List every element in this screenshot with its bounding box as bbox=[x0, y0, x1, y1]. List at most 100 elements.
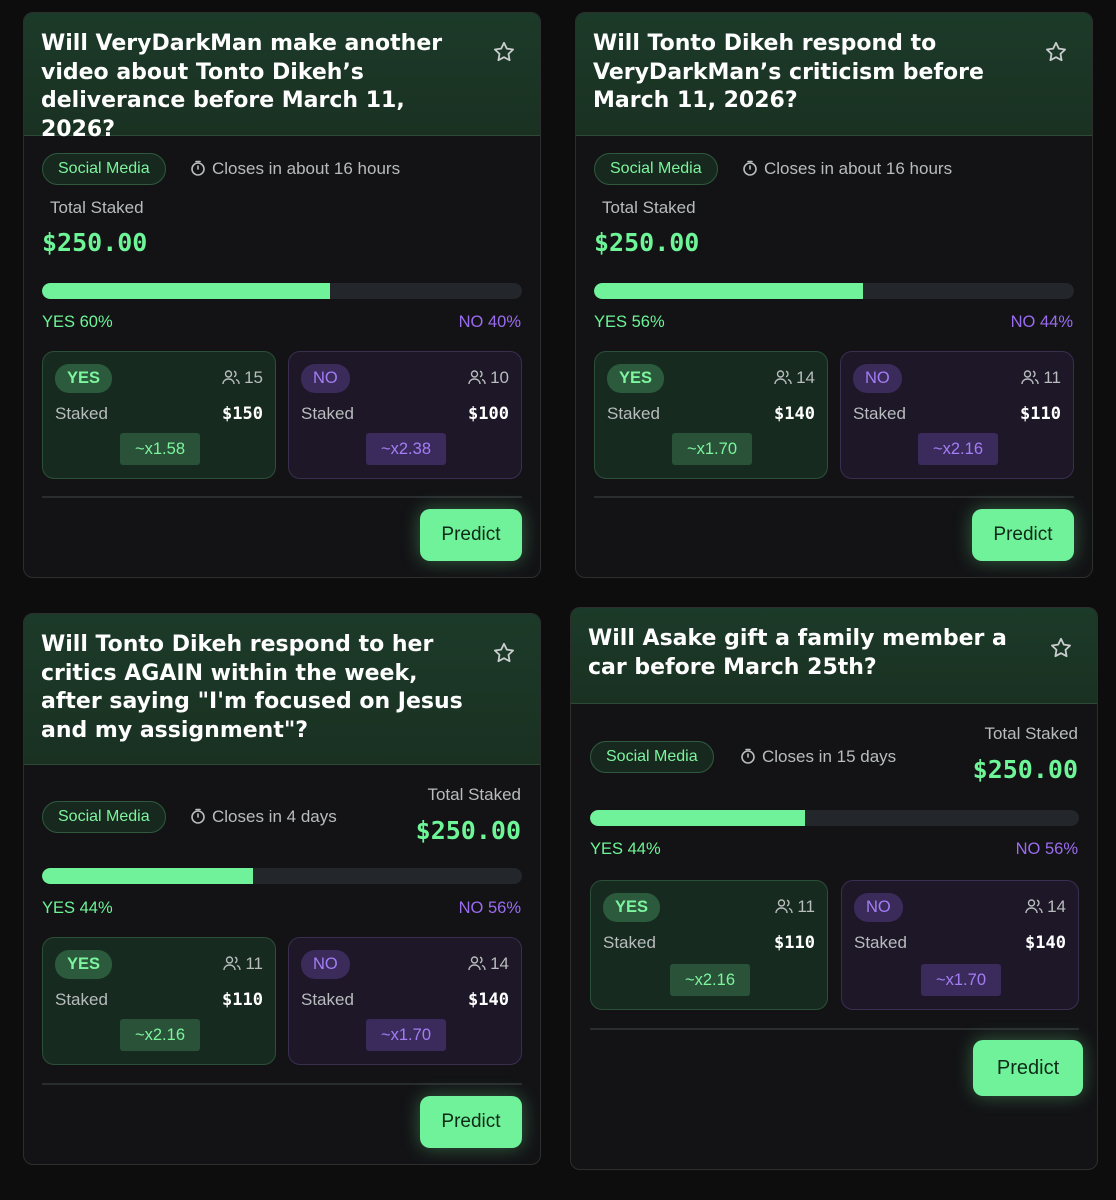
no-tag: NO bbox=[301, 364, 350, 393]
no-percentage: NO 56% bbox=[1015, 840, 1078, 858]
participant-count: 11 bbox=[223, 951, 263, 977]
users-icon bbox=[775, 899, 794, 914]
total-staked-amount: $250.00 bbox=[594, 228, 700, 257]
staked-label: Staked bbox=[55, 990, 108, 1009]
staked-value: $140 bbox=[468, 990, 509, 1010]
stopwatch-icon bbox=[191, 160, 205, 176]
star-icon[interactable] bbox=[492, 641, 516, 665]
staked-value: $140 bbox=[774, 404, 815, 424]
users-icon bbox=[222, 370, 240, 385]
yes-option[interactable]: YES 11 Staked $110 ~x2.16 bbox=[590, 880, 828, 1010]
staked-label: Staked bbox=[854, 933, 907, 952]
participant-count-value: 11 bbox=[797, 897, 815, 916]
divider bbox=[42, 496, 522, 498]
participant-count: 10 bbox=[468, 365, 509, 391]
stopwatch-icon bbox=[191, 808, 205, 824]
star-icon[interactable] bbox=[1049, 636, 1073, 660]
participant-count: 11 bbox=[1021, 365, 1061, 391]
no-tag: NO bbox=[853, 364, 902, 393]
total-staked-amount: $250.00 bbox=[972, 755, 1078, 784]
participant-count-value: 14 bbox=[796, 368, 815, 387]
participant-count-value: 15 bbox=[244, 368, 263, 387]
participant-count: 15 bbox=[222, 365, 263, 391]
stopwatch-icon bbox=[741, 748, 755, 764]
payout-multiplier: ~x1.70 bbox=[921, 964, 1001, 996]
no-option[interactable]: NO 11 Staked $110 ~x2.16 bbox=[840, 351, 1074, 479]
staked-value: $150 bbox=[222, 404, 263, 424]
star-icon[interactable] bbox=[492, 40, 516, 64]
yes-percentage: YES 56% bbox=[594, 313, 665, 331]
divider bbox=[590, 1028, 1079, 1030]
star-icon[interactable] bbox=[1044, 40, 1068, 64]
category-badge: Social Media bbox=[590, 741, 714, 773]
payout-multiplier: ~x1.70 bbox=[672, 433, 752, 465]
no-option[interactable]: NO 14 Staked $140 ~x1.70 bbox=[841, 880, 1079, 1010]
staked-value: $110 bbox=[222, 990, 263, 1010]
users-icon bbox=[774, 370, 792, 385]
card-header: Will VeryDarkMan make another video abou… bbox=[24, 13, 540, 142]
yes-option[interactable]: YES 14 Staked $140 ~x1.70 bbox=[594, 351, 828, 479]
payout-multiplier: ~x1.58 bbox=[120, 433, 200, 465]
stopwatch-icon bbox=[743, 160, 757, 176]
category-badge: Social Media bbox=[594, 153, 718, 185]
yes-progress-fill bbox=[594, 283, 863, 299]
market-card[interactable]: Will VeryDarkMan make another video abou… bbox=[23, 12, 541, 578]
no-percentage: NO 44% bbox=[1010, 313, 1073, 331]
market-card[interactable]: Will Tonto Dikeh respond to VeryDarkMan’… bbox=[575, 12, 1093, 578]
divider bbox=[42, 1083, 522, 1085]
payout-multiplier: ~x2.38 bbox=[366, 433, 446, 465]
market-question: Will Tonto Dikeh respond to VeryDarkMan’… bbox=[593, 31, 984, 113]
participant-count: 14 bbox=[468, 951, 509, 977]
market-question: Will Asake gift a family member a car be… bbox=[588, 626, 1007, 680]
staked-value: $140 bbox=[1025, 933, 1066, 953]
participant-count: 14 bbox=[1025, 894, 1066, 920]
yes-percentage: YES 60% bbox=[42, 313, 113, 331]
participant-count: 14 bbox=[774, 365, 815, 391]
no-tag: NO bbox=[854, 893, 903, 922]
predict-button[interactable]: Predict bbox=[972, 509, 1074, 561]
no-percentage: NO 40% bbox=[458, 313, 521, 331]
yes-percentage: YES 44% bbox=[42, 899, 113, 917]
users-icon bbox=[223, 956, 242, 971]
total-staked-amount: $250.00 bbox=[415, 816, 521, 845]
staked-label: Staked bbox=[603, 933, 656, 952]
participant-count-value: 14 bbox=[1047, 897, 1066, 916]
market-card[interactable]: Will Asake gift a family member a car be… bbox=[570, 607, 1098, 1170]
card-header: Will Tonto Dikeh respond to VeryDarkMan’… bbox=[576, 13, 1092, 136]
payout-multiplier: ~x2.16 bbox=[670, 964, 750, 996]
no-option[interactable]: NO 10 Staked $100 ~x2.38 bbox=[288, 351, 522, 479]
predict-button[interactable]: Predict bbox=[420, 509, 522, 561]
predict-button[interactable]: Predict bbox=[420, 1096, 522, 1148]
yes-no-progress-bar bbox=[42, 868, 522, 884]
yes-progress-fill bbox=[42, 868, 254, 884]
staked-label: Staked bbox=[853, 404, 906, 423]
closes-text: Closes in 15 days bbox=[762, 747, 897, 766]
predict-button[interactable]: Predict bbox=[973, 1040, 1083, 1096]
closes-text: Closes in 4 days bbox=[212, 807, 337, 826]
market-question: Will VeryDarkMan make another video abou… bbox=[41, 31, 443, 142]
divider bbox=[594, 496, 1074, 498]
market-card[interactable]: Will Tonto Dikeh respond to her critics … bbox=[23, 613, 541, 1165]
staked-value: $110 bbox=[774, 933, 815, 953]
participant-count-value: 11 bbox=[1043, 368, 1061, 387]
yes-progress-fill bbox=[42, 283, 330, 299]
closes-text: Closes in about 16 hours bbox=[212, 159, 401, 178]
yes-tag: YES bbox=[55, 364, 113, 393]
closes-time: Closes in 15 days bbox=[740, 741, 896, 773]
yes-no-progress-bar bbox=[42, 283, 522, 299]
no-option[interactable]: NO 14 Staked $140 ~x1.70 bbox=[288, 937, 522, 1065]
users-icon bbox=[468, 956, 486, 971]
participant-count-value: 14 bbox=[490, 954, 509, 973]
yes-option[interactable]: YES 11 Staked $110 ~x2.16 bbox=[42, 937, 276, 1065]
no-tag: NO bbox=[301, 950, 350, 979]
yes-tag: YES bbox=[55, 950, 113, 979]
total-staked-label: Total Staked bbox=[50, 198, 144, 217]
yes-option[interactable]: YES 15 Staked $150 ~x1.58 bbox=[42, 351, 276, 479]
closes-time: Closes in 4 days bbox=[190, 801, 337, 833]
payout-multiplier: ~x2.16 bbox=[120, 1019, 200, 1051]
staked-value: $100 bbox=[468, 404, 509, 424]
no-percentage: NO 56% bbox=[458, 899, 521, 917]
participant-count-value: 10 bbox=[490, 368, 509, 387]
total-staked-label: Total Staked bbox=[984, 724, 1078, 743]
participant-count-value: 11 bbox=[245, 954, 263, 973]
